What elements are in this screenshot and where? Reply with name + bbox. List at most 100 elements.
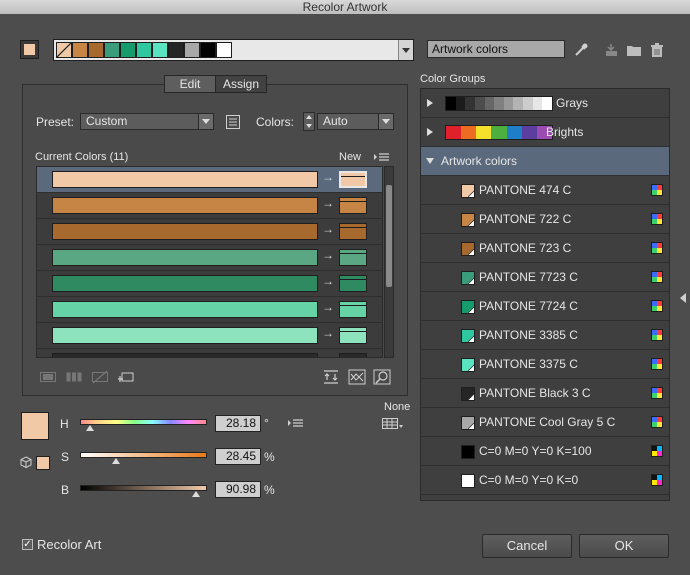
collapse-panel-arrow-icon[interactable] — [679, 293, 687, 303]
randomly-change-order-icon[interactable] — [322, 369, 340, 385]
saturation-slider[interactable] — [80, 452, 207, 458]
new-color-swatch[interactable] — [339, 223, 367, 240]
exclude-colors-icon[interactable] — [92, 370, 108, 384]
color-group-swatch-row[interactable]: PANTONE 7724 C — [421, 292, 669, 321]
colors-select[interactable]: Auto — [317, 113, 394, 130]
color-group-swatch-row[interactable]: PANTONE 723 C — [421, 234, 669, 263]
expand-caret-icon[interactable] — [427, 99, 433, 107]
arrow-right-icon[interactable]: → — [322, 352, 334, 357]
brightness-value-input[interactable]: 90.98 — [215, 481, 261, 498]
new-color-group-icon[interactable] — [603, 42, 619, 58]
current-color-bar[interactable] — [52, 275, 318, 292]
new-color-swatch[interactable] — [339, 249, 367, 266]
harmony-swatch[interactable] — [168, 42, 184, 58]
color-group-brights[interactable]: Brights — [421, 118, 669, 147]
harmony-dropdown-button[interactable] — [398, 40, 413, 60]
harmony-swatch[interactable] — [104, 42, 120, 58]
collapse-caret-icon[interactable] — [426, 158, 434, 164]
color-row[interactable]: → — [37, 297, 382, 323]
harmony-swatch[interactable] — [136, 42, 152, 58]
current-color-bar[interactable] — [52, 223, 318, 240]
color-group-swatch-row[interactable]: PANTONE 3385 C — [421, 321, 669, 350]
sort-menu-icon[interactable] — [374, 152, 390, 162]
new-color-swatch[interactable] — [339, 301, 367, 318]
colors-stepper-icon[interactable] — [303, 112, 315, 131]
current-color-bar[interactable] — [52, 301, 318, 318]
color-group-swatch-row[interactable]: C=0 M=0 Y=0 K=0 — [421, 466, 669, 495]
gamut-corrected-swatch[interactable] — [36, 456, 50, 470]
saturation-value-input[interactable]: 28.45 — [215, 448, 261, 465]
current-color-bar[interactable] — [52, 249, 318, 266]
new-color-swatch[interactable] — [339, 197, 367, 214]
new-color-swatch[interactable] — [339, 327, 367, 344]
color-group-swatch-row[interactable]: PANTONE 3375 C — [421, 350, 669, 379]
color-group-artwork-colors[interactable]: Artwork colors — [421, 147, 669, 176]
harmony-swatch[interactable] — [200, 42, 216, 58]
find-color-icon[interactable] — [373, 369, 391, 385]
color-group-swatch-row[interactable]: PANTONE 722 C — [421, 205, 669, 234]
color-row[interactable]: → — [37, 193, 382, 219]
color-row[interactable]: → — [37, 323, 382, 349]
current-color-bar[interactable] — [52, 171, 318, 188]
arrow-right-icon[interactable]: → — [322, 274, 334, 288]
harmony-swatch[interactable] — [72, 42, 88, 58]
out-of-gamut-cube-icon[interactable] — [20, 456, 32, 468]
current-color-bar[interactable] — [52, 197, 318, 214]
harmony-swatch[interactable] — [216, 42, 232, 58]
color-row[interactable]: → — [37, 167, 382, 193]
harmony-swatch[interactable] — [120, 42, 136, 58]
harmony-swatch[interactable] — [56, 42, 72, 58]
preset-options-icon[interactable] — [226, 115, 240, 129]
arrow-right-icon[interactable]: → — [322, 222, 334, 236]
trash-icon[interactable] — [650, 42, 664, 58]
arrow-right-icon[interactable]: → — [322, 326, 334, 340]
current-color-bar[interactable] — [52, 327, 318, 344]
color-row[interactable]: → — [37, 271, 382, 297]
slider-mode-menu-icon[interactable] — [288, 418, 304, 428]
randomly-change-saturation-icon[interactable] — [348, 369, 366, 385]
scrollbar-thumb[interactable] — [386, 185, 392, 287]
color-group-swatch-row[interactable]: PANTONE 474 C — [421, 176, 669, 205]
brightness-slider-thumb[interactable] — [191, 491, 200, 497]
harmony-swatch[interactable] — [152, 42, 168, 58]
color-row[interactable]: → — [37, 349, 382, 357]
current-color-swatch[interactable] — [21, 412, 49, 440]
arrow-right-icon[interactable]: → — [322, 170, 334, 184]
new-color-swatch[interactable] — [339, 353, 367, 357]
expand-caret-icon[interactable] — [427, 128, 433, 136]
hue-slider[interactable] — [80, 419, 207, 425]
color-group-swatch-row[interactable]: PANTONE Cool Gray 5 C — [421, 408, 669, 437]
color-group-swatch-row[interactable]: C=0 M=0 Y=0 K=100 — [421, 437, 669, 466]
harmony-swatch[interactable] — [184, 42, 200, 58]
arrow-right-icon[interactable]: → — [322, 248, 334, 262]
new-row-icon[interactable] — [118, 370, 134, 384]
cancel-button[interactable]: Cancel — [482, 534, 572, 558]
recolor-art-checkbox[interactable]: ✓ — [22, 539, 33, 550]
separate-colors-icon[interactable] — [66, 372, 82, 382]
color-row[interactable]: → — [37, 245, 382, 271]
preset-select[interactable]: Custom — [80, 113, 214, 130]
merge-colors-icon[interactable] — [40, 372, 56, 382]
brightness-slider[interactable] — [80, 485, 207, 491]
arrow-right-icon[interactable]: → — [322, 300, 334, 314]
harmony-color-bar[interactable] — [53, 39, 414, 61]
ok-button[interactable]: OK — [579, 534, 669, 558]
current-color-bar[interactable] — [52, 353, 318, 357]
hue-slider-thumb[interactable] — [86, 425, 95, 431]
color-row[interactable]: → — [37, 219, 382, 245]
harmony-swatch[interactable] — [88, 42, 104, 58]
color-group-name-input[interactable]: Artwork colors — [427, 40, 565, 58]
hue-value-input[interactable]: 28.18 — [215, 415, 261, 432]
color-group-swatch-row[interactable]: PANTONE 7723 C — [421, 263, 669, 292]
color-group-grays[interactable]: Grays — [421, 89, 669, 118]
active-color-swatch[interactable] — [20, 40, 39, 59]
limit-swatch-library-icon[interactable] — [382, 418, 404, 430]
color-group-swatch-row[interactable]: PANTONE Black 3 C — [421, 379, 669, 408]
new-color-swatch[interactable] — [339, 275, 367, 292]
saturation-slider-thumb[interactable] — [111, 458, 120, 464]
tab-assign[interactable]: Assign — [216, 76, 266, 92]
color-rows-scrollbar[interactable] — [384, 166, 394, 358]
eyedropper-icon[interactable] — [573, 42, 589, 58]
folder-icon[interactable] — [626, 42, 642, 58]
arrow-right-icon[interactable]: → — [322, 196, 334, 210]
